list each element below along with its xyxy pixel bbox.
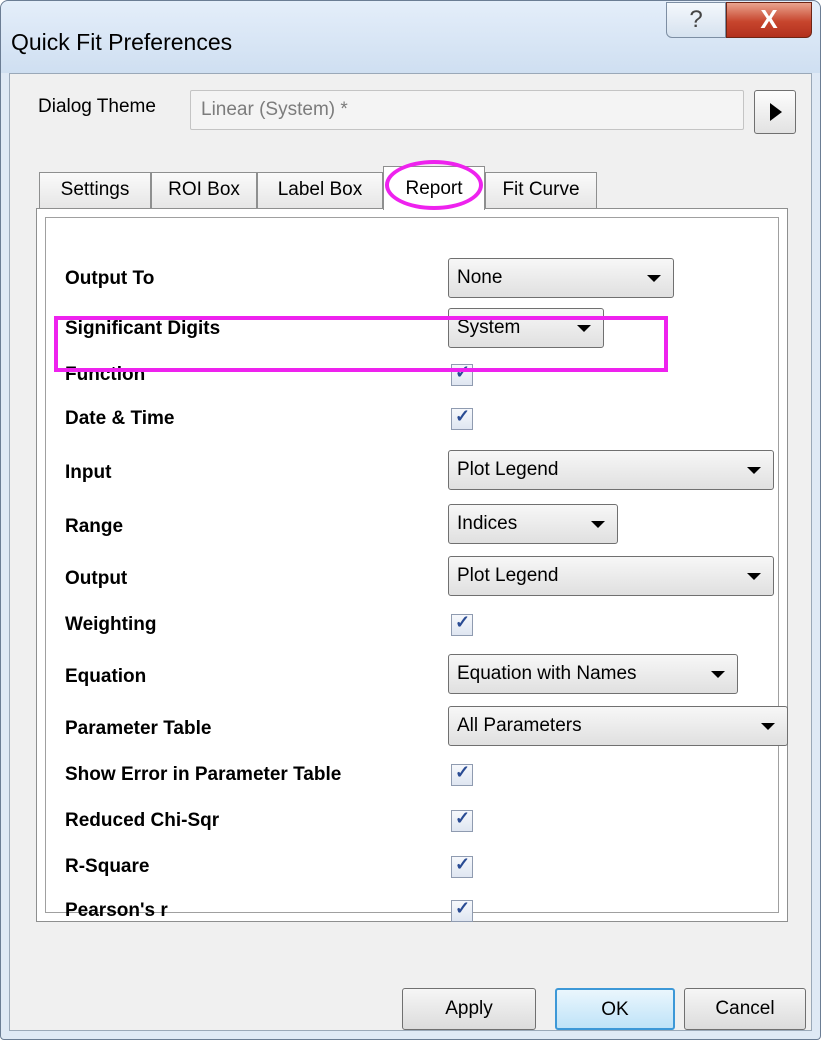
date-time-label: Date & Time xyxy=(65,408,175,429)
report-tab-highlight xyxy=(385,160,483,210)
input-value: Plot Legend xyxy=(457,459,559,480)
pearsons-r-label: Pearson's r xyxy=(65,900,168,921)
equation-label: Equation xyxy=(65,666,147,687)
report-tab-panel: Output To None Significant Digits System… xyxy=(36,208,788,922)
date-time-checkbox[interactable]: ✓ xyxy=(451,406,473,430)
dropdown-arrow-icon xyxy=(761,723,775,730)
output-to-value: None xyxy=(457,267,503,288)
dialog-window: Quick Fit Preferences ? X Dialog Theme L… xyxy=(0,0,821,1040)
help-button[interactable]: ? xyxy=(666,2,726,38)
output-to-select[interactable]: None xyxy=(448,258,674,298)
output-to-label: Output To xyxy=(65,268,155,289)
reduced-chi-sqr-checkbox[interactable]: ✓ xyxy=(451,808,473,832)
range-select[interactable]: Indices xyxy=(448,504,618,544)
settings-group: Output To None Significant Digits System… xyxy=(45,217,788,922)
checkmark-icon: ✓ xyxy=(455,762,471,782)
ok-button[interactable]: OK xyxy=(555,988,675,1030)
equation-select[interactable]: Equation with Names xyxy=(448,654,738,694)
parameter-table-select[interactable]: All Parameters xyxy=(448,706,788,746)
reduced-chi-sqr-label: Reduced Chi-Sqr xyxy=(65,810,220,831)
title-bar[interactable]: Quick Fit Preferences ? X xyxy=(1,1,820,73)
output-label: Output xyxy=(65,568,128,589)
dialog-theme-field[interactable]: Linear (System) * xyxy=(190,90,744,130)
show-error-checkbox[interactable]: ✓ xyxy=(451,762,473,786)
tab-label-box[interactable]: Label Box xyxy=(257,172,383,208)
r-square-label: R-Square xyxy=(65,856,150,877)
range-value: Indices xyxy=(457,513,518,534)
tab-fit-curve[interactable]: Fit Curve xyxy=(485,172,597,208)
output-value: Plot Legend xyxy=(457,565,559,586)
dropdown-arrow-icon xyxy=(647,275,661,282)
show-error-label: Show Error in Parameter Table xyxy=(65,764,342,785)
dropdown-arrow-icon xyxy=(591,521,605,528)
parameter-table-value: All Parameters xyxy=(457,715,582,736)
tab-roi-box[interactable]: ROI Box xyxy=(151,172,257,208)
dropdown-arrow-icon xyxy=(747,467,761,474)
checkmark-icon: ✓ xyxy=(455,406,471,426)
close-icon: X xyxy=(760,4,778,34)
checkmark-icon: ✓ xyxy=(455,854,471,874)
equation-value: Equation with Names xyxy=(457,663,637,684)
range-label: Range xyxy=(65,516,124,537)
output-select[interactable]: Plot Legend xyxy=(448,556,774,596)
checkmark-icon: ✓ xyxy=(455,808,471,828)
apply-button[interactable]: Apply xyxy=(402,988,536,1030)
play-arrow-icon xyxy=(770,103,782,121)
help-icon: ? xyxy=(689,6,703,33)
theme-menu-button[interactable] xyxy=(754,90,796,134)
pearsons-r-checkbox[interactable]: ✓ xyxy=(451,898,473,922)
cancel-button[interactable]: Cancel xyxy=(684,988,806,1030)
r-square-checkbox[interactable]: ✓ xyxy=(451,854,473,878)
window-title: Quick Fit Preferences xyxy=(11,29,233,55)
weighting-checkbox[interactable]: ✓ xyxy=(451,612,473,636)
checkmark-icon: ✓ xyxy=(455,612,471,632)
dropdown-arrow-icon xyxy=(711,671,725,678)
dialog-body: Dialog Theme Linear (System) * Settings … xyxy=(9,73,812,1031)
input-label: Input xyxy=(65,462,112,483)
checkmark-icon: ✓ xyxy=(455,898,471,918)
dialog-theme-label: Dialog Theme xyxy=(38,96,156,117)
input-select[interactable]: Plot Legend xyxy=(448,450,774,490)
tab-settings[interactable]: Settings xyxy=(39,172,151,208)
dropdown-arrow-icon xyxy=(747,573,761,580)
weighting-label: Weighting xyxy=(65,614,157,635)
close-button[interactable]: X xyxy=(726,2,812,38)
parameter-table-label: Parameter Table xyxy=(65,718,212,739)
output-to-highlight xyxy=(54,316,668,372)
